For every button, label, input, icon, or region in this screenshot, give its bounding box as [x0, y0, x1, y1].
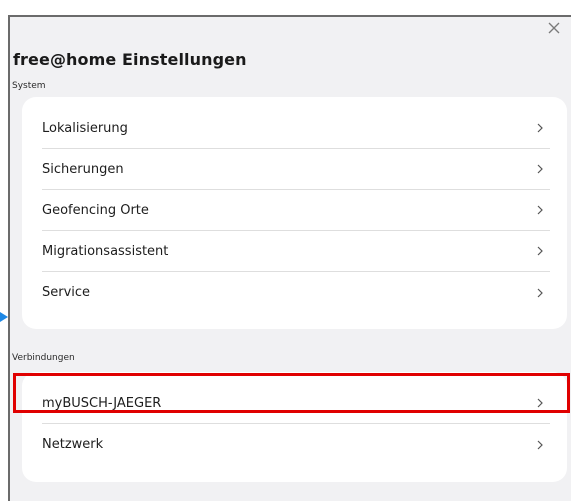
settings-item-label: Geofencing Orte [42, 202, 149, 218]
screen: free@home Einstellungen System Lokalisie… [0, 0, 571, 501]
connections-card: myBUSCH-JAEGER Netzwerk [22, 372, 567, 482]
settings-item-service[interactable]: Service [42, 272, 550, 313]
section-label-system: System [12, 81, 46, 91]
settings-item-mybusch-jaeger[interactable]: myBUSCH-JAEGER [42, 383, 550, 424]
settings-item-label: Lokalisierung [42, 120, 128, 136]
settings-item-lokalisierung[interactable]: Lokalisierung [42, 108, 550, 149]
settings-item-netzwerk[interactable]: Netzwerk [42, 424, 550, 465]
chevron-right-icon [537, 205, 543, 215]
chevron-right-icon [537, 288, 543, 297]
close-button[interactable] [545, 19, 563, 37]
settings-item-label: Sicherungen [42, 161, 124, 177]
settings-item-label: Migrationsassistent [42, 243, 169, 259]
chevron-right-icon [537, 164, 543, 174]
close-icon [548, 22, 560, 34]
settings-item-geofencing-orte[interactable]: Geofencing Orte [42, 190, 550, 231]
section-label-verbindungen: Verbindungen [12, 353, 75, 363]
chevron-right-icon [537, 398, 543, 408]
settings-item-label: Service [42, 285, 91, 300]
settings-item-migrationsassistent[interactable]: Migrationsassistent [42, 231, 550, 272]
settings-item-label: myBUSCH-JAEGER [42, 395, 162, 411]
dialog-title: free@home Einstellungen [13, 50, 247, 69]
settings-dialog: free@home Einstellungen System Lokalisie… [8, 15, 571, 501]
settings-item-sicherungen[interactable]: Sicherungen [42, 149, 550, 190]
settings-item-label: Netzwerk [42, 437, 104, 452]
pointer-arrow-icon [0, 312, 8, 322]
system-card: Lokalisierung Sicherungen Geofencing Ort… [22, 97, 567, 329]
chevron-right-icon [537, 246, 543, 256]
chevron-right-icon [537, 123, 543, 133]
chevron-right-icon [537, 440, 543, 449]
